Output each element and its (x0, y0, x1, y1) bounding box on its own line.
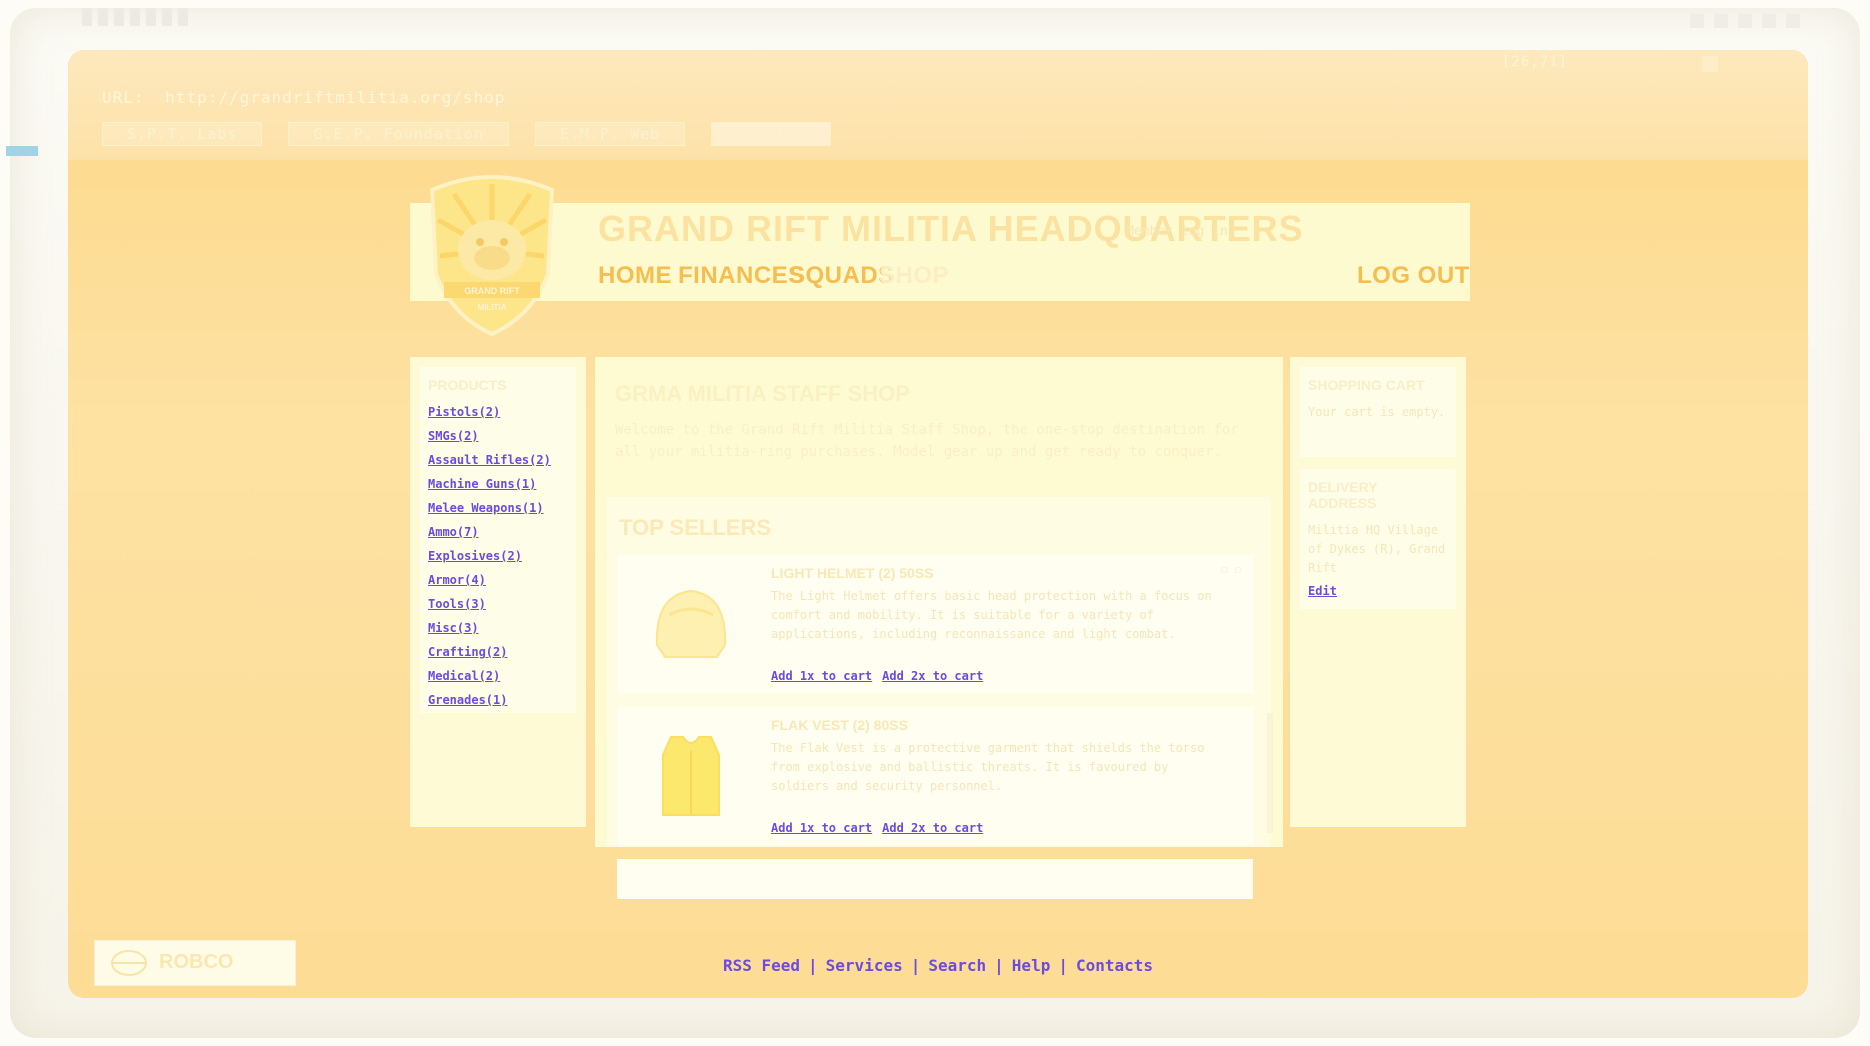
category-ammo-link[interactable]: Ammo(7) (428, 525, 479, 539)
footer-rss-feed-link[interactable]: RSS Feed (717, 956, 806, 975)
terminal-screen: [26,71] URL: http://grandriftmilitia.org… (68, 50, 1808, 998)
bookmark-militia[interactable]: Militia (711, 122, 832, 146)
add-2x-to-cart-link[interactable]: Add 2x to cart (882, 821, 983, 835)
category-list: Pistols(2) SMGs(2) Assault Rifles(2) Mac… (428, 401, 568, 709)
svg-text:GRAND RIFT: GRAND RIFT (464, 286, 520, 296)
frame-top-marks (82, 8, 188, 28)
scrollbar[interactable] (1267, 713, 1273, 833)
nav-finances[interactable]: FINANCES (678, 262, 805, 290)
card-options-icon[interactable]: ☐ ☐ (1221, 563, 1241, 576)
right-sidebar: SHOPPING CART Your cart is empty. DELIVE… (1290, 357, 1466, 827)
product-card: ☐ ☐ LIGHT HELMET (2) 50SS The Light Helm… (617, 555, 1253, 693)
footer-separator: | (910, 956, 921, 975)
url-bar[interactable]: URL: http://grandriftmilitia.org/shop (102, 88, 505, 107)
products-heading: PRODUCTS (428, 377, 507, 393)
product-name: LIGHT HELMET (2) 50SS (771, 565, 934, 581)
product-description: The Flak Vest is a protective garment th… (771, 741, 1205, 793)
shop-main-panel: GRMA MILITIA STAFF SHOP Welcome to the G… (595, 357, 1283, 899)
svg-text:MILITIA: MILITIA (478, 303, 507, 312)
footer-search-link[interactable]: Search (922, 956, 992, 975)
footer-services-link[interactable]: Services (820, 956, 909, 975)
footer-separator: | (808, 956, 818, 975)
add-2x-to-cart-link[interactable]: Add 2x to cart (882, 669, 983, 683)
category-explosives-link[interactable]: Explosives(2) (428, 549, 522, 563)
delivery-heading: DELIVERY ADDRESS (1308, 479, 1378, 511)
browser-chrome: [26,71] URL: http://grandriftmilitia.org… (68, 50, 1808, 160)
vest-icon (662, 736, 720, 816)
url-label: URL: (102, 88, 145, 107)
category-machine-guns-link[interactable]: Machine Guns(1) (428, 477, 536, 491)
shop-title: GRMA MILITIA STAFF SHOP (615, 381, 910, 406)
add-1x-to-cart-link[interactable]: Add 1x to cart (771, 821, 872, 835)
category-grenades-link[interactable]: Grenades(1) (428, 693, 507, 707)
products-box: PRODUCTS Pistols(2) SMGs(2) Assault Rifl… (420, 367, 576, 713)
footer-links: RSS Feed | Services | Search | Help | Contacts (68, 956, 1808, 975)
category-assault-rifles-link[interactable]: Assault Rifles(2) (428, 453, 551, 467)
category-tools-link[interactable]: Tools(3) (428, 597, 486, 611)
frame-top-right-marks (1690, 14, 1800, 28)
category-melee-weapons-link[interactable]: Melee Weapons(1) (428, 501, 544, 515)
product-description: The Light Helmet offers basic head prote… (771, 589, 1212, 641)
helmet-icon (655, 589, 727, 658)
footer-help-link[interactable]: Help (1006, 956, 1057, 975)
product-card: FLAK VEST (2) 80SS The Flak Vest is a pr… (617, 707, 1253, 845)
bulldog-shield-icon: GRAND RIFT MILITIA (429, 175, 555, 337)
top-sellers-heading: TOP SELLERS (619, 515, 772, 540)
delivery-address-text: Militia HQ Village of Dykes (R), Grand R… (1308, 523, 1446, 575)
category-armor-link[interactable]: Armor(4) (428, 573, 486, 587)
category-misc-link[interactable]: Misc(3) (428, 621, 479, 635)
bookmark-gep-foundation[interactable]: G.E.P. Foundation (288, 122, 509, 146)
edit-address-link[interactable]: Edit (1308, 584, 1337, 598)
bookmark-spt-labs[interactable]: S.P.T. Labs (102, 122, 263, 146)
bookmark-bar: S.P.T. Labs G.E.P. Foundation E.M.P. Web… (102, 122, 832, 146)
side-tab-indicator[interactable] (6, 146, 38, 156)
militia-logo[interactable]: GRAND RIFT MILITIA (422, 170, 562, 340)
bookmark-emp-web[interactable]: E.M.P. Web (534, 122, 686, 146)
helmet-image (643, 575, 739, 675)
cart-heading: SHOPPING CART (1308, 377, 1425, 393)
nav-shop[interactable]: SHOP (879, 262, 949, 290)
logout-button[interactable]: LOG OUT (1357, 262, 1470, 290)
header-subtitle: Member log in (1126, 224, 1228, 239)
products-sidebar: PRODUCTS Pistols(2) SMGs(2) Assault Rifl… (410, 357, 586, 827)
category-crafting-link[interactable]: Crafting(2) (428, 645, 507, 659)
top-sellers-section: TOP SELLERS ☐ ☐ LIGHT HELMET (2) 50SS Th… (607, 497, 1271, 899)
category-medical-link[interactable]: Medical(2) (428, 669, 500, 683)
coordinates-readout: [26,71] (1501, 54, 1568, 70)
window-control-icon[interactable] (1702, 56, 1718, 72)
category-smgs-link[interactable]: SMGs(2) (428, 429, 479, 443)
category-pistols-link[interactable]: Pistols(2) (428, 405, 500, 419)
shopping-cart-box: SHOPPING CART Your cart is empty. (1300, 367, 1456, 457)
shop-intro-text: Welcome to the Grand Rift Militia Staff … (615, 422, 1239, 460)
cart-status-text: Your cart is empty. (1308, 405, 1446, 419)
footer-separator: | (994, 956, 1004, 975)
footer-separator: | (1058, 956, 1068, 975)
add-to-cart-links: Add 1x to cart Add 2x to cart (771, 669, 983, 683)
product-card (617, 859, 1253, 899)
url-value[interactable]: http://grandriftmilitia.org/shop (165, 88, 505, 107)
footer-contacts-link[interactable]: Contacts (1070, 956, 1159, 975)
product-name: FLAK VEST (2) 80SS (771, 717, 908, 733)
delivery-address-box: DELIVERY ADDRESS Militia HQ Village of D… (1300, 469, 1456, 609)
add-1x-to-cart-link[interactable]: Add 1x to cart (771, 669, 872, 683)
nav-home[interactable]: HOME (598, 262, 672, 290)
add-to-cart-links: Add 1x to cart Add 2x to cart (771, 821, 983, 835)
vest-image (643, 727, 739, 827)
